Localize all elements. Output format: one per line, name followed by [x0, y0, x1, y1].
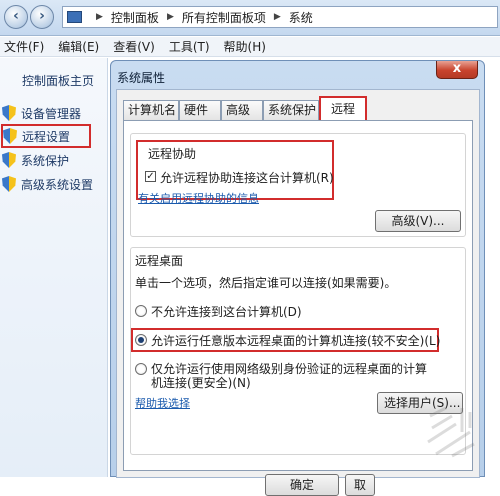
radio-disallow-connections[interactable]: [135, 305, 147, 317]
remote-tab-page: 远程协助 ✓ 允许远程协助连接这台计算机(R) 有关启用远程协助的信息 高级(V…: [123, 120, 473, 471]
checkbox-label[interactable]: 允许远程协助连接这台计算机(R): [160, 169, 334, 186]
group-title: 远程协助: [146, 145, 199, 162]
dialog-body: 计算机名 硬件 高级 系统保护 远程 远程协助 ✓ 允许远程协助连接这台计算机(…: [116, 89, 480, 496]
menu-file[interactable]: 文件(F): [0, 38, 51, 55]
radio-allow-nla-only[interactable]: [135, 363, 147, 375]
close-button[interactable]: x: [436, 61, 478, 79]
radio-label[interactable]: 允许运行任意版本远程桌面的计算机连接(较不安全)(L): [151, 332, 440, 349]
help-me-choose-link[interactable]: 帮助我选择: [135, 395, 190, 411]
explorer-toolbar: ‹ › ▶ 控制面板 ▶ 所有控制面板项 ▶ 系统: [0, 0, 500, 36]
advanced-button[interactable]: 高级(V)...: [375, 210, 461, 232]
remote-desktop-group: 远程桌面 单击一个选项，然后指定谁可以连接(如果需要)。 不允许连接到这台计算机…: [130, 247, 466, 455]
left-nav-pane: 控制面板主页 设备管理器 远程设置 系统保护 高级系统设置: [0, 58, 108, 477]
sidebar-item-advanced-settings[interactable]: 高级系统设置: [2, 175, 93, 193]
instruction-text: 单击一个选项，然后指定谁可以连接(如果需要)。: [135, 276, 397, 290]
radio-label[interactable]: 机连接(更安全)(N): [151, 374, 251, 391]
shield-icon: [2, 152, 16, 168]
tab-computer-name[interactable]: 计算机名: [123, 100, 179, 120]
sidebar-item-label: 设备管理器: [21, 106, 82, 121]
chevron-right-icon: ▶: [166, 12, 174, 22]
sidebar-item-label: 高级系统设置: [21, 177, 94, 192]
tab-remote[interactable]: 远程: [319, 96, 367, 121]
menu-tools[interactable]: 工具(T): [162, 38, 217, 55]
ok-button[interactable]: 确定: [265, 474, 339, 496]
forward-button[interactable]: ›: [30, 5, 54, 29]
menu-help[interactable]: 帮助(H): [217, 38, 273, 55]
remote-assistance-info-link[interactable]: 有关启用远程协助的信息: [138, 190, 259, 206]
cancel-button[interactable]: 取: [345, 474, 375, 496]
back-button[interactable]: ‹: [4, 5, 28, 29]
radio-label[interactable]: 不允许连接到这台计算机(D): [151, 303, 302, 320]
breadcrumb-item[interactable]: 系统: [289, 9, 313, 26]
sidebar-item-remote-settings[interactable]: 远程设置: [1, 124, 91, 148]
sidebar-item-label: 系统保护: [21, 153, 70, 168]
tab-hardware[interactable]: 硬件: [179, 100, 221, 120]
menu-edit[interactable]: 编辑(E): [51, 38, 106, 55]
address-bar[interactable]: ▶ 控制面板 ▶ 所有控制面板项 ▶ 系统: [62, 6, 498, 28]
shield-icon: [3, 128, 17, 144]
tab-advanced[interactable]: 高级: [221, 100, 263, 120]
sidebar-item-label: 远程设置: [22, 129, 71, 144]
control-panel-icon: [67, 11, 82, 23]
shield-icon: [2, 176, 16, 192]
system-properties-dialog: 系统属性 x 计算机名 硬件 高级 系统保护 远程 远程协助 ✓ 允许远程协助连…: [110, 60, 485, 496]
tab-system-protection[interactable]: 系统保护: [263, 100, 319, 120]
dialog-title: 系统属性: [117, 71, 166, 85]
chevron-right-icon: ▶: [96, 12, 103, 22]
sidebar-item-device-manager[interactable]: 设备管理器: [2, 104, 81, 122]
select-users-button[interactable]: 选择用户(S)...: [377, 392, 463, 414]
control-panel-home-link[interactable]: 控制面板主页: [22, 72, 94, 89]
menu-view[interactable]: 查看(V): [106, 38, 162, 55]
breadcrumb-item[interactable]: 控制面板: [111, 9, 159, 26]
menu-bar: 文件(F) 编辑(E) 查看(V) 工具(T) 帮助(H): [0, 37, 500, 57]
radio-allow-any-version[interactable]: [135, 334, 147, 346]
remote-assistance-group: 远程协助 ✓ 允许远程协助连接这台计算机(R) 有关启用远程协助的信息 高级(V…: [130, 133, 466, 237]
chevron-right-icon: ▶: [273, 12, 281, 22]
breadcrumb-item[interactable]: 所有控制面板项: [182, 9, 266, 26]
group-title: 远程桌面: [135, 254, 184, 268]
sidebar-item-system-protection[interactable]: 系统保护: [2, 151, 69, 169]
shield-icon: [2, 105, 16, 121]
allow-remote-assistance-checkbox[interactable]: ✓: [145, 171, 156, 182]
